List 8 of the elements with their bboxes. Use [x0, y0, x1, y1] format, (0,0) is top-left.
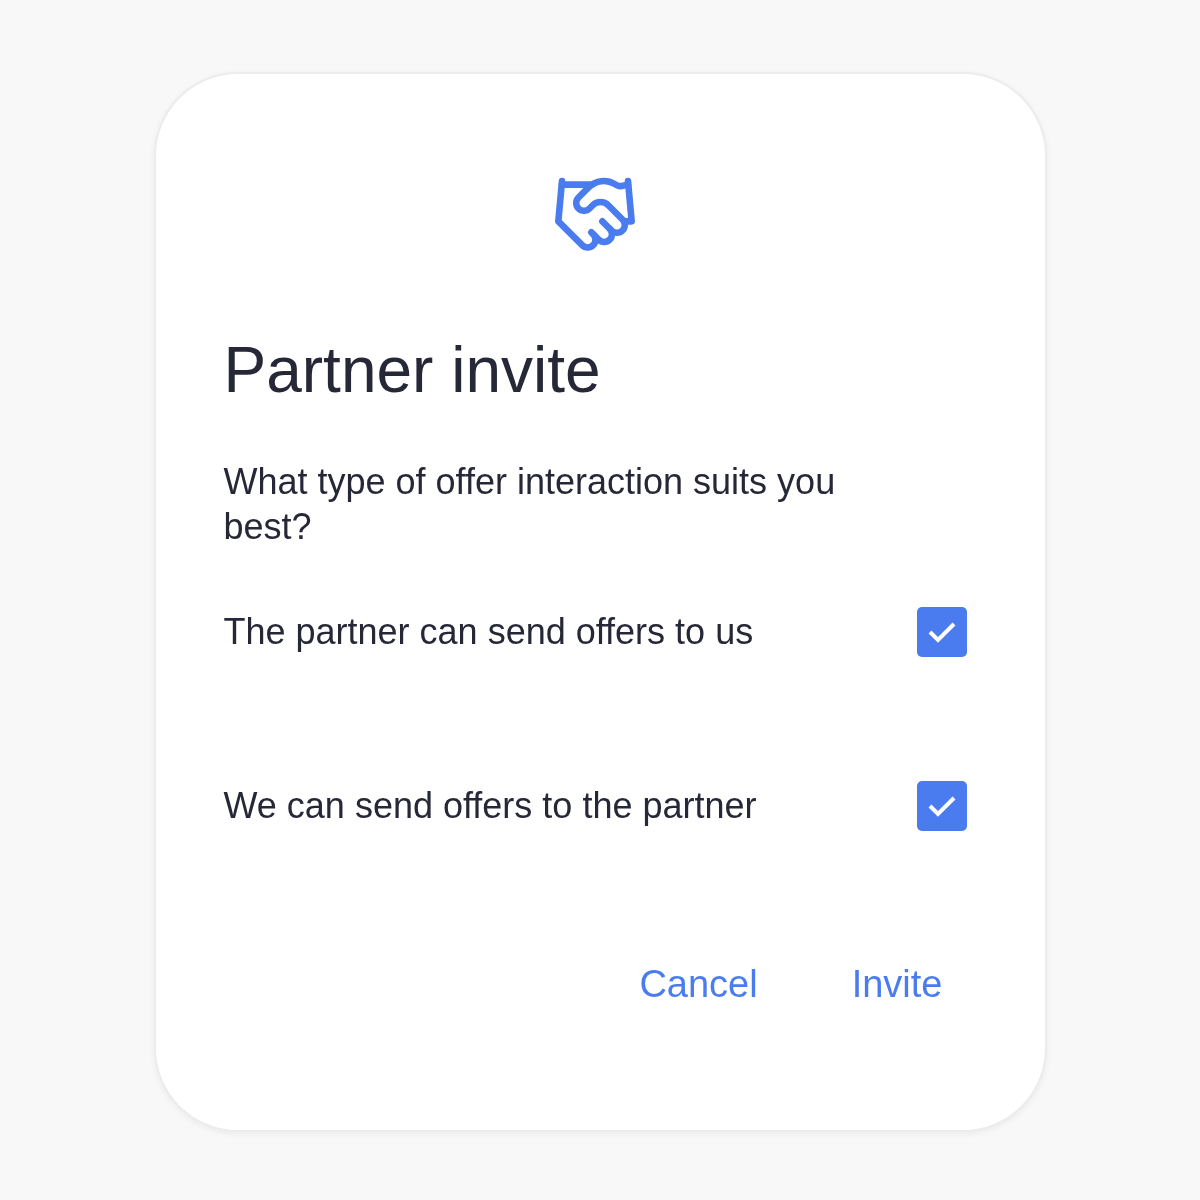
checkbox[interactable] — [916, 780, 967, 831]
dialog-title: Partner invite — [223, 333, 602, 408]
cancel-button[interactable]: Cancel — [639, 962, 758, 1006]
question-text: What type of offer interaction suits you best? — [223, 459, 837, 549]
option-label: The partner can send offers to us — [223, 610, 754, 653]
checkbox[interactable] — [916, 606, 967, 657]
invite-button[interactable]: Invite — [851, 962, 943, 1006]
option-label: We can send offers to the partner — [223, 784, 757, 827]
